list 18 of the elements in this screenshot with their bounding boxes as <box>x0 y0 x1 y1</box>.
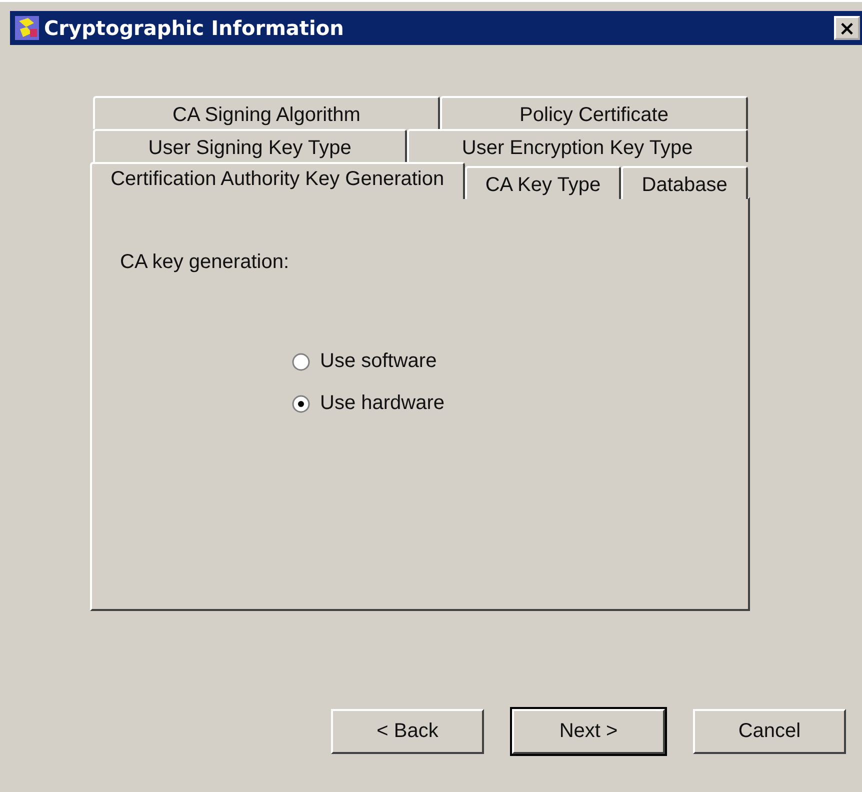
radio-label: Use hardware <box>320 392 445 415</box>
tab[interactable]: CA Signing Algorithm <box>93 96 440 129</box>
tab[interactable]: Database <box>621 166 748 199</box>
radio-label: Use software <box>320 350 437 373</box>
tab[interactable]: User Signing Key Type <box>93 129 407 162</box>
section-label: CA key generation: <box>120 251 290 274</box>
dialog-button[interactable]: Next > <box>512 709 665 754</box>
dialog-button[interactable]: Cancel <box>693 709 846 754</box>
tab[interactable]: CA Key Type <box>464 166 622 199</box>
app-icon <box>14 15 40 41</box>
window-title: Cryptographic Information <box>44 16 345 40</box>
dialog-button[interactable]: < Back <box>331 709 484 754</box>
radio-button[interactable] <box>292 352 310 370</box>
close-button[interactable]: × <box>834 16 860 40</box>
tab[interactable]: Policy Certificate <box>440 96 748 129</box>
radio-button[interactable] <box>292 394 310 412</box>
tab[interactable]: User Encryption Key Type <box>406 129 748 162</box>
tab[interactable]: Certification Authority Key Generation <box>90 162 465 199</box>
